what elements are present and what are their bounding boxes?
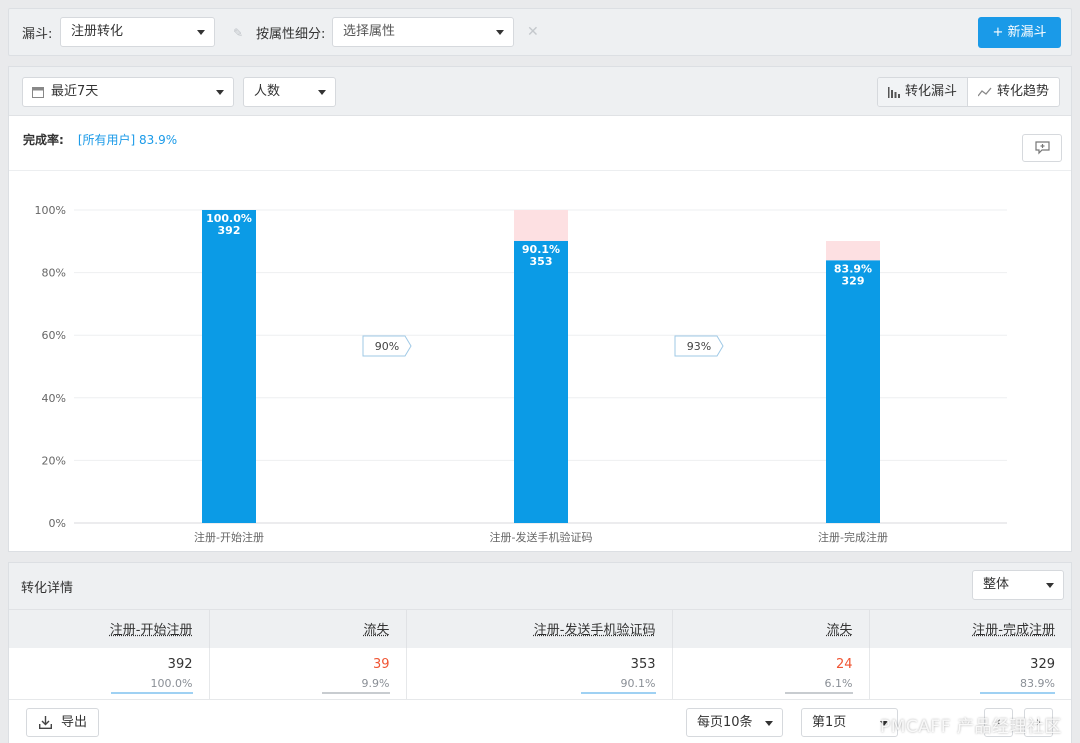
column-header[interactable]: 注册-发送手机验证码 xyxy=(406,609,673,648)
table-cell: 329 83.9% xyxy=(869,648,1071,700)
funnel-label: 漏斗: xyxy=(22,27,53,42)
details-title: 转化详情 xyxy=(21,581,74,596)
loss-bar xyxy=(826,240,880,261)
details-table: 注册-开始注册 流失 注册-发送手机验证码 流失 注册-完成注册 392 100.… xyxy=(9,609,1071,700)
table-cell: 39 9.9% xyxy=(209,647,407,700)
export-button[interactable]: 导出 xyxy=(26,708,99,737)
funnel-chart: 0%20%40%60%80%100%100.0%392注册-开始注册90.1%3… xyxy=(35,204,1007,544)
toolbar: 漏斗: 注册转化 ✎ 按属性细分: 选择属性 ✕ + 新漏斗 xyxy=(8,8,1072,56)
column-header[interactable]: 注册-开始注册 xyxy=(9,609,210,648)
bar-count-label: 329 xyxy=(842,274,865,287)
x-tick-label: 注册-开始注册 xyxy=(194,530,264,544)
page-value: 第1页 xyxy=(812,715,847,730)
table-cell: 24 6.1% xyxy=(672,647,870,700)
funnel-bar xyxy=(202,210,256,523)
export-label: 导出 xyxy=(61,715,88,730)
step-conversion-label: 93% xyxy=(687,340,711,353)
attribute-select-placeholder: 选择属性 xyxy=(343,24,396,39)
table-row: 392 100.0% 39 9.9% 353 90.1% 24 6.1% 329 83.9… xyxy=(9,647,1071,700)
column-header[interactable]: 流失 xyxy=(672,609,870,648)
x-tick-label: 注册-发送手机验证码 xyxy=(490,530,593,544)
y-tick-label: 0% xyxy=(49,517,66,530)
y-tick-label: 60% xyxy=(42,329,66,342)
edit-icon[interactable]: ✎ xyxy=(233,26,245,40)
new-funnel-button[interactable]: + 新漏斗 xyxy=(978,17,1061,48)
chevron-down-icon xyxy=(197,30,205,35)
bar-count-label: 392 xyxy=(218,224,241,237)
attribute-select[interactable]: 选择属性 xyxy=(332,17,514,47)
y-tick-label: 80% xyxy=(42,267,66,280)
page-size-select[interactable]: 每页10条 xyxy=(686,708,783,737)
chevron-down-icon xyxy=(1046,583,1054,588)
funnel-bar xyxy=(826,260,880,523)
clear-icon[interactable]: ✕ xyxy=(527,24,539,40)
x-tick-label: 注册-完成注册 xyxy=(818,530,888,544)
column-header[interactable]: 流失 xyxy=(209,609,407,648)
table-cell: 392 100.0% xyxy=(9,647,210,700)
scope-value: 整体 xyxy=(983,577,1010,592)
table-cell: 353 90.1% xyxy=(406,647,673,700)
column-header[interactable]: 注册-完成注册 xyxy=(869,609,1071,648)
download-icon xyxy=(39,716,52,729)
details-header: 转化详情 整体 xyxy=(9,563,1071,609)
segment-label: 按属性细分: xyxy=(256,27,326,42)
funnel-select-value: 注册转化 xyxy=(71,24,124,39)
funnel-panel: 最近7天 人数 转化漏斗 转化趋势 完成率: [所有用户] 83.9% 0% 2… xyxy=(8,66,1072,552)
table-header-row: 注册-开始注册 流失 注册-发送手机验证码 流失 注册-完成注册 xyxy=(9,609,1071,648)
bar-count-label: 353 xyxy=(530,255,553,268)
watermark: PMCAFF 产品经理社区 xyxy=(880,717,1062,737)
chevron-down-icon xyxy=(765,721,773,726)
y-tick-label: 20% xyxy=(42,454,66,467)
step-conversion-label: 90% xyxy=(375,340,399,353)
funnel-bar xyxy=(514,240,568,523)
chevron-down-icon xyxy=(496,30,504,35)
page-size-value: 每页10条 xyxy=(697,715,753,730)
funnel-select[interactable]: 注册转化 xyxy=(60,17,215,47)
loss-bar xyxy=(514,210,568,241)
y-tick-label: 100% xyxy=(35,204,66,217)
y-tick-label: 40% xyxy=(42,392,66,405)
scope-select[interactable]: 整体 xyxy=(972,570,1064,600)
